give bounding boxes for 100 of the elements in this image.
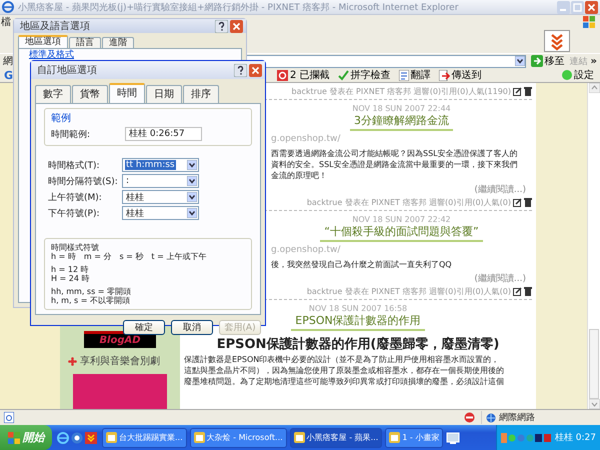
trash-icon[interactable] [524, 87, 532, 96]
google-logo: G [4, 68, 14, 82]
tab[interactable]: 貨幣 [72, 85, 108, 103]
post-meta: backtrue 發表在 PIXNET 痞客邦 迴響(0)引用(0)人氣(0) [306, 197, 511, 208]
taskbar-button[interactable]: 1 - 小畫家 [385, 428, 444, 448]
dialog-title: 地區及語言選項 [20, 20, 91, 33]
window-icon [194, 432, 205, 443]
blocked-icon [277, 70, 288, 80]
translate-icon [398, 70, 409, 80]
post-meta: backtrue 發表在 PIXNET 痞客邦 迴響(0)引用(0)人氣(0) [306, 286, 511, 297]
tab[interactable]: 數字 [35, 85, 71, 103]
edit-icon[interactable] [513, 287, 522, 296]
dropdown-field[interactable]: 桂桂 [122, 190, 199, 204]
post-title[interactable]: EPSON保護計數器的作用 [291, 313, 425, 331]
dropdown-field[interactable]: : [122, 174, 199, 188]
post-meta: backtrue 發表在 PIXNET 痞客邦 迴響(0)引用(0)人氣(1190) [292, 86, 511, 97]
post-title[interactable]: 3分鐘瞭解網路金流 [350, 113, 453, 131]
read-more-link[interactable]: (繼續閱讀...) [474, 272, 532, 285]
tab[interactable]: 語言 [69, 37, 101, 48]
dropdown-arrow-icon [514, 56, 525, 66]
close-icon[interactable] [585, 0, 598, 14]
taskbar-button[interactable]: 大杂烩 - Microsoft... [190, 428, 287, 448]
legend-text: H = 24 時 [51, 274, 91, 283]
tray-icons-drawing [500, 432, 551, 442]
tab[interactable]: 排序 [183, 85, 219, 103]
edit-icon[interactable] [513, 87, 522, 96]
dropdown-field[interactable]: tt h:mm:ss [122, 158, 199, 172]
edit-icon[interactable] [513, 198, 522, 207]
ie-icon[interactable] [57, 432, 69, 444]
desktop-icon[interactable] [446, 432, 460, 444]
clock: 桂桂 0:27 [554, 432, 596, 444]
close-icon[interactable] [230, 20, 243, 32]
send-icon [438, 70, 450, 80]
legend-text: hh, mm, ss = 零開頭 [51, 287, 132, 296]
post-text: 資料的安全。SSL安全憑證是網路金流當中最重要的一環，接下來我們 [271, 159, 518, 170]
menu-item[interactable]: 檔 [0, 15, 12, 29]
dropdown-arrow-icon [187, 160, 197, 170]
legend-text: h, m, s = 不以零開頭 [51, 296, 131, 305]
address-label: 網 [3, 55, 13, 68]
browser-icon[interactable] [71, 432, 83, 444]
page-icon [4, 412, 14, 423]
trash-icon[interactable] [524, 198, 532, 207]
go-button[interactable]: 移至 [528, 54, 567, 68]
ad-link[interactable]: 享利與音樂會別劇 [80, 354, 160, 368]
post-heading: EPSON保護計數器的作用(廢墨歸零，廢墨清零) [216, 336, 500, 353]
dialog-button[interactable]: 確定 [123, 320, 165, 335]
post-text: 保護計數器是EPSON印表機中必要的設計（並不是為了防止用戶使用相容墨水而設置的， [184, 354, 500, 365]
help-icon[interactable] [234, 64, 247, 76]
security-zone: 網際網路 [499, 412, 535, 424]
send-to-button[interactable]: 傳送到 [436, 68, 484, 82]
field-label: 下午符號(P): [48, 208, 100, 220]
close-icon[interactable] [249, 64, 262, 76]
window-title: 小黑痞客屋 - 蘋果閃光板(j)+喵行實驗室接組+網路行銷外掛 - PIXNET 痞客邦 - Microsoft Internet Explorer [18, 2, 460, 14]
chevron-button[interactable]: » [590, 56, 597, 66]
tab[interactable]: 日期 [146, 85, 182, 103]
taskbar-button[interactable]: 小黑痞客屋 - 蘋果... [290, 428, 382, 448]
post-date: NOV 18 SUN 2007 22:44 [352, 104, 451, 113]
scroll-thumb[interactable] [589, 329, 599, 399]
spell-check-button[interactable]: 拼字檢查 [336, 68, 393, 82]
tab[interactable]: 時間 [109, 83, 145, 103]
dropdown-field[interactable]: 桂桂 [122, 206, 199, 220]
taskbar-button[interactable]: 台大批踢踢實業... [102, 428, 187, 448]
window-icon [389, 432, 400, 443]
window-icon [106, 432, 117, 443]
post-date: NOV 18 SUN 2007 22:42 [352, 215, 451, 224]
scroll-down-icon[interactable] [588, 399, 600, 409]
translate-button[interactable]: 翻譯 [396, 68, 433, 82]
legend-text: h = 12 時 [51, 265, 90, 274]
trash-icon[interactable] [524, 287, 532, 296]
settings-button[interactable]: 設定 [560, 68, 596, 82]
read-more-link[interactable]: (繼續閱讀...) [474, 183, 532, 196]
check-icon [338, 70, 349, 80]
group-label: 範例 [51, 112, 71, 125]
dropdown-arrow-icon [187, 192, 197, 202]
popup-blocker-button[interactable]: 2 已攔截 [275, 68, 332, 82]
post-text: 這點與墨盒晶片不同），因為無論您使用了原裝墨盒或相容墨水，都存在一個長期使用後的 [184, 365, 504, 376]
globe-icon [486, 412, 496, 422]
scrollbar[interactable] [587, 83, 600, 409]
ie-icon [2, 1, 14, 13]
dialog-title: 自訂地區選項 [37, 64, 98, 77]
blogad-banner[interactable]: BlogAD [84, 331, 156, 348]
dialog-button[interactable]: 取消 [171, 320, 213, 335]
post-text: 西需要透過網路金流公司才能結帳呢？因為SSL安全憑證保護了客人的 [271, 148, 518, 159]
tab[interactable]: 進階 [102, 37, 134, 48]
post-title[interactable]: “十個殺手級的面試問題與答覆” [320, 224, 483, 242]
post-text: 廢墨堆積問題。為了定期地清理這些可能導致列印異常或打印頭損壞的廢墨，必須設計這個 [184, 376, 504, 387]
post-date: NOV 18 SUN 2007 16:58 [308, 304, 408, 313]
field-label: 上午符號(M): [48, 192, 103, 204]
post-text: 後，我突然發現自己為什麼之前面試一直失利了QQ [271, 259, 452, 270]
blocked-icon [464, 412, 475, 423]
help-icon[interactable] [215, 20, 228, 32]
dropdown-arrow-icon [187, 176, 197, 186]
legend-text: h = 時 m = 分 s = 秒 t = 上午或下午 [51, 252, 208, 261]
post-text: 金流的原理吧！ [271, 170, 327, 181]
download-icon[interactable] [544, 30, 570, 52]
download-icon[interactable] [85, 432, 97, 444]
tab[interactable]: 地區選項 [18, 35, 68, 48]
legend-text: 時間樣式符號 [51, 243, 100, 252]
scroll-up-icon[interactable] [588, 83, 600, 93]
group-label: 標準及格式 [29, 50, 74, 60]
